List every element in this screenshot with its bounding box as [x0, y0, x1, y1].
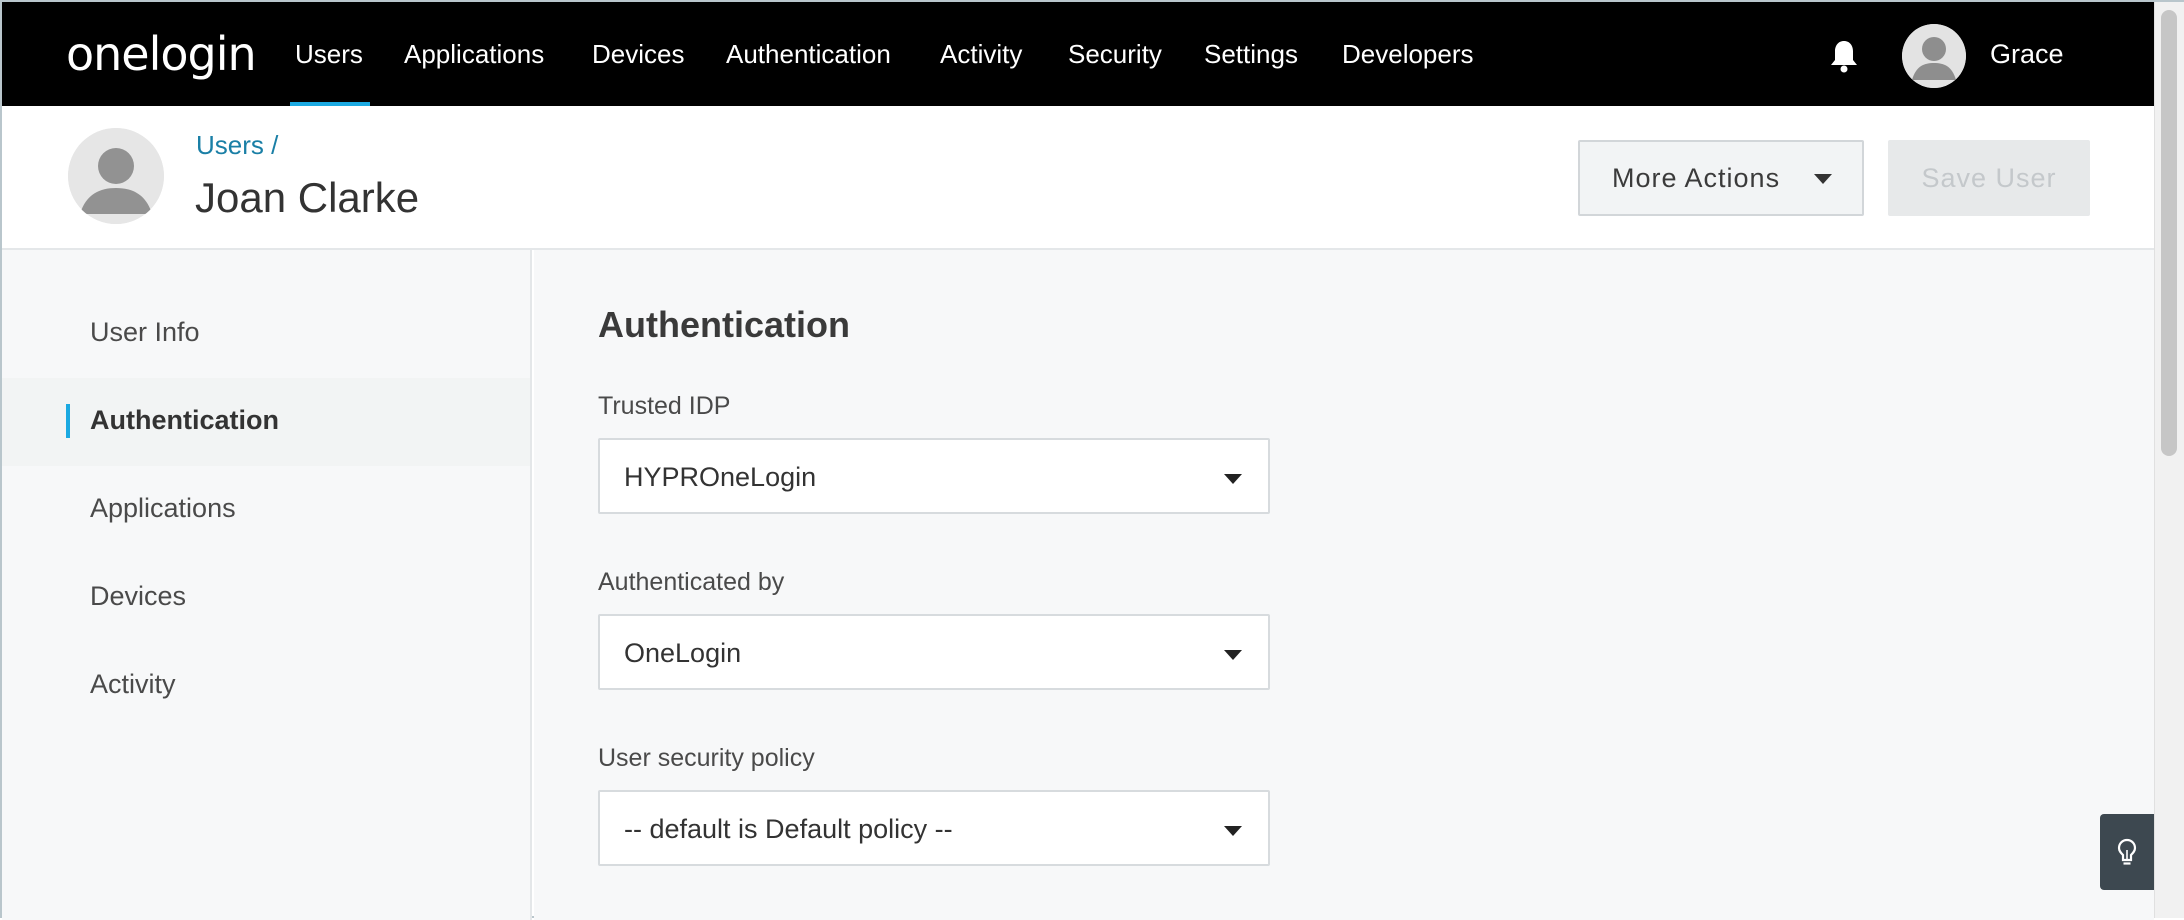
- nav-item-devices[interactable]: Devices: [592, 36, 684, 72]
- user-security-policy-label: User security policy: [598, 744, 815, 772]
- avatar-icon[interactable]: [1902, 24, 1966, 88]
- user-security-policy-value: -- default is Default policy --: [624, 814, 953, 844]
- sidebar: User Info Authentication Applications De…: [2, 250, 532, 920]
- sidebar-item-applications[interactable]: Applications: [2, 466, 530, 554]
- breadcrumb[interactable]: Users /: [196, 128, 278, 162]
- sidebar-item-authentication[interactable]: Authentication: [2, 378, 530, 466]
- scrollbar-thumb[interactable]: [2161, 10, 2177, 456]
- chevron-down-icon: [1814, 174, 1832, 184]
- trusted-idp-value: HYPROneLogin: [624, 462, 817, 492]
- main-content: Authentication Trusted IDP HYPROneLogin …: [534, 250, 2154, 920]
- sidebar-item-user-info[interactable]: User Info: [2, 290, 530, 378]
- save-user-button[interactable]: Save User: [1888, 140, 2090, 216]
- lightbulb-icon[interactable]: [2100, 814, 2154, 890]
- nav-item-activity[interactable]: Activity: [940, 36, 1022, 72]
- nav-item-applications[interactable]: Applications: [404, 36, 544, 72]
- trusted-idp-select[interactable]: HYPROneLogin: [598, 438, 1270, 514]
- sidebar-item-activity[interactable]: Activity: [2, 642, 530, 730]
- user-security-policy-select[interactable]: -- default is Default policy --: [598, 790, 1270, 866]
- onelogin-logo[interactable]: onelogin: [66, 26, 257, 82]
- user-avatar-icon: [68, 128, 164, 224]
- active-indicator: [66, 404, 70, 438]
- authenticated-by-label: Authenticated by: [598, 568, 785, 596]
- sidebar-item-label: Authentication: [90, 405, 279, 435]
- nav-item-settings[interactable]: Settings: [1204, 36, 1298, 72]
- sidebar-item-label: Devices: [90, 581, 187, 611]
- top-nav-bar: onelogin Users Applications Devices Auth…: [2, 2, 2154, 107]
- chevron-down-icon: [1224, 474, 1242, 484]
- more-actions-label: More Actions: [1612, 162, 1781, 193]
- chevron-down-icon: [1224, 650, 1242, 660]
- chevron-down-icon: [1224, 826, 1242, 836]
- sidebar-item-devices[interactable]: Devices: [2, 554, 530, 642]
- nav-item-security[interactable]: Security: [1068, 36, 1162, 72]
- authenticated-by-select[interactable]: OneLogin: [598, 614, 1270, 690]
- trusted-idp-label: Trusted IDP: [598, 392, 731, 420]
- sidebar-item-label: Applications: [90, 493, 236, 523]
- page-header: Users / Joan Clarke More Actions Save Us…: [2, 106, 2154, 250]
- current-user-name[interactable]: Grace: [1990, 36, 2064, 72]
- page-title: Joan Clarke: [195, 174, 420, 221]
- nav-item-developers[interactable]: Developers: [1342, 36, 1474, 72]
- section-title: Authentication: [598, 304, 850, 345]
- bell-icon[interactable]: [1828, 38, 1860, 74]
- more-actions-button[interactable]: More Actions: [1578, 140, 1864, 216]
- nav-item-authentication[interactable]: Authentication: [726, 36, 891, 72]
- nav-item-users[interactable]: Users: [295, 36, 363, 72]
- sidebar-item-label: Activity: [90, 669, 176, 699]
- authenticated-by-value: OneLogin: [624, 638, 742, 668]
- sidebar-item-label: User Info: [90, 317, 200, 347]
